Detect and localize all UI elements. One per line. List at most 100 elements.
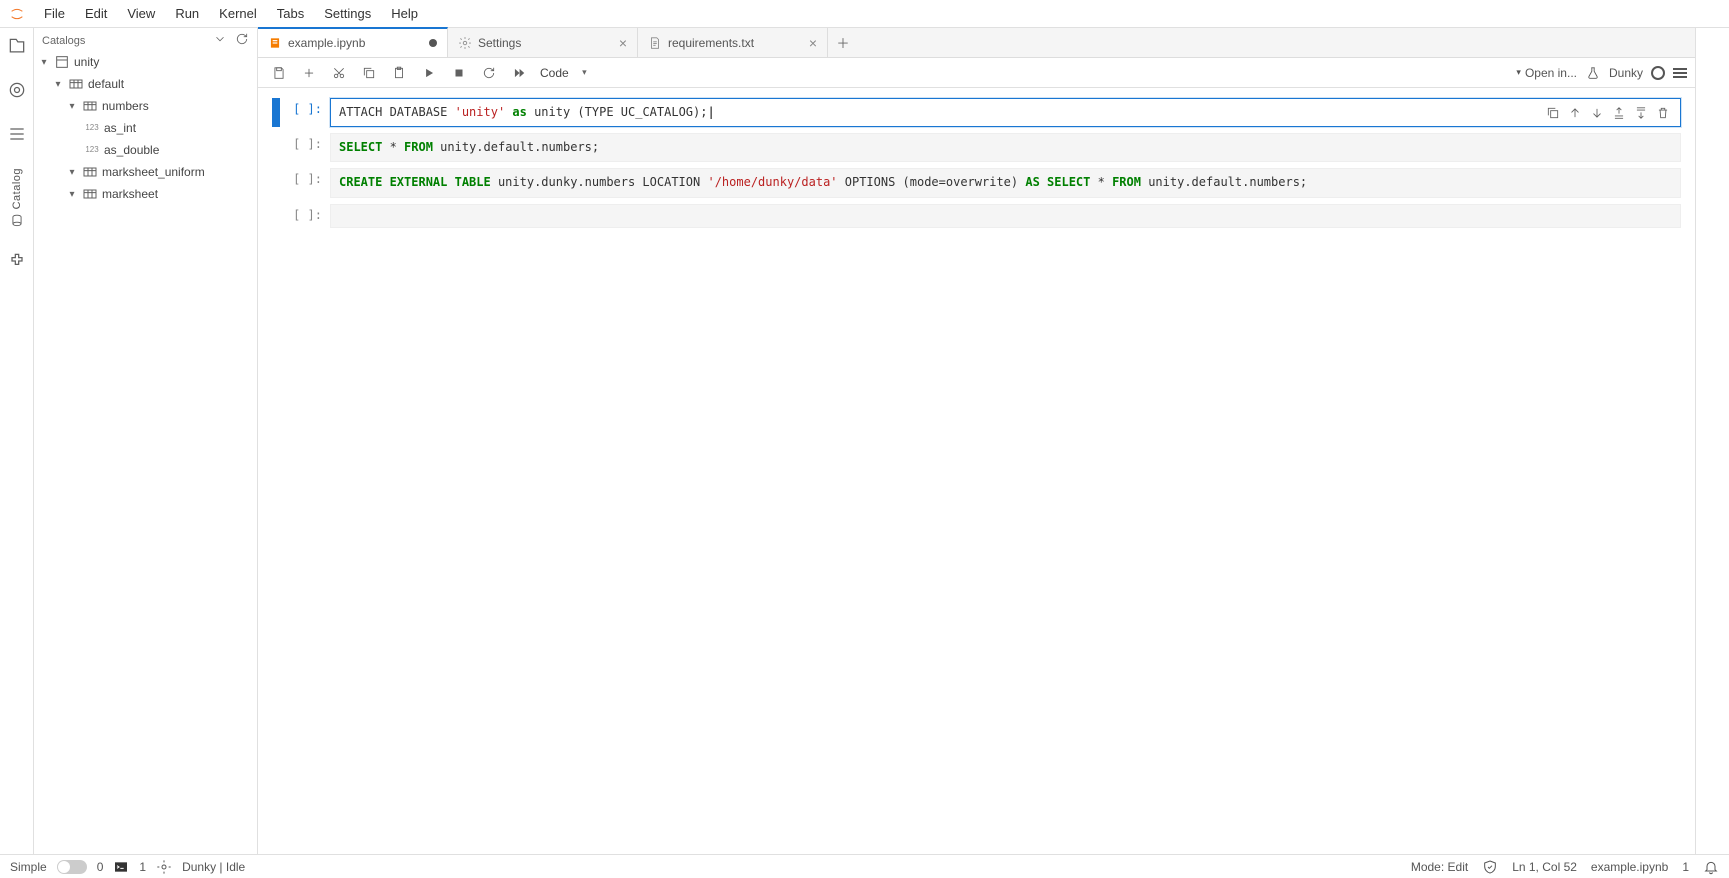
tab-label: example.ipynb: [288, 36, 365, 50]
alerts-count[interactable]: 0: [97, 860, 104, 874]
code-cell[interactable]: [ ]:SELECT * FROM unity.default.numbers;: [272, 133, 1681, 162]
kernel-sessions[interactable]: 1: [1682, 860, 1689, 874]
tab-settings[interactable]: Settings ×: [448, 28, 638, 58]
schema-icon: [68, 76, 84, 92]
terminal-count[interactable]: 1: [139, 860, 146, 874]
menu-view[interactable]: View: [117, 2, 165, 25]
tree-label: marksheet_uniform: [102, 165, 249, 179]
filename-status[interactable]: example.ipynb: [1591, 860, 1668, 874]
tree-node-table[interactable]: ▾ marksheet: [38, 183, 253, 205]
menu-file[interactable]: File: [34, 2, 75, 25]
tree-node-table[interactable]: ▾ marksheet_uniform: [38, 161, 253, 183]
add-tab-button[interactable]: ＋: [828, 33, 858, 52]
cell-gutter: [272, 98, 280, 127]
insert-below-icon[interactable]: [1631, 103, 1651, 123]
tree-label: as_int: [104, 121, 249, 135]
tab-notebook[interactable]: example.ipynb: [258, 27, 448, 57]
notebook-icon: [268, 36, 282, 50]
activity-bar-left: Catalog: [0, 28, 34, 854]
cell-prompt: [ ]:: [280, 98, 330, 127]
cell-editor[interactable]: ATTACH DATABASE 'unity' as unity (TYPE U…: [330, 98, 1681, 127]
cell-editor[interactable]: [330, 204, 1681, 228]
notebook-toolbar: Code ▾ Open in... Dunky: [258, 58, 1695, 88]
move-up-icon[interactable]: [1565, 103, 1585, 123]
interrupt-button[interactable]: [446, 61, 472, 85]
code-cell[interactable]: [ ]:: [272, 204, 1681, 228]
cell-toolbar: [1541, 101, 1675, 125]
kernel-name[interactable]: Dunky: [1609, 66, 1643, 80]
code-cell[interactable]: [ ]:ATTACH DATABASE 'unity' as unity (TY…: [272, 98, 1681, 127]
simple-label: Simple: [10, 860, 47, 874]
delete-icon[interactable]: [1653, 103, 1673, 123]
copy-button[interactable]: [356, 61, 382, 85]
catalog-tab[interactable]: Catalog: [7, 168, 27, 227]
run-button[interactable]: [416, 61, 442, 85]
menu-run[interactable]: Run: [165, 2, 209, 25]
tree-label: numbers: [102, 99, 249, 113]
tab-text[interactable]: requirements.txt ×: [638, 28, 828, 58]
insert-above-icon[interactable]: [1609, 103, 1629, 123]
close-icon[interactable]: ×: [619, 35, 627, 51]
cell-gutter: [272, 204, 280, 228]
open-in-button[interactable]: ▾ Open in...: [1516, 66, 1577, 80]
tree-node-table[interactable]: ▾ numbers: [38, 95, 253, 117]
tab-label: requirements.txt: [668, 36, 754, 50]
trusted-icon[interactable]: [1482, 859, 1498, 875]
cell-type-select[interactable]: Code: [536, 64, 591, 82]
chevron-down-icon: ▾: [38, 57, 50, 68]
open-in-label: Open in...: [1525, 66, 1577, 80]
menu-tabs[interactable]: Tabs: [267, 2, 314, 25]
refresh-icon[interactable]: [235, 32, 249, 49]
cut-button[interactable]: [326, 61, 352, 85]
jupyter-icon: [9, 6, 25, 22]
menu-settings[interactable]: Settings: [314, 2, 381, 25]
mode-indicator[interactable]: Mode: Edit: [1411, 860, 1468, 874]
restart-button[interactable]: [476, 61, 502, 85]
terminal-icon[interactable]: [113, 859, 129, 875]
insert-cell-button[interactable]: [296, 61, 322, 85]
cell-editor[interactable]: CREATE EXTERNAL TABLE unity.dunky.number…: [330, 168, 1681, 197]
kernel-status-text[interactable]: Dunky | Idle: [182, 860, 245, 874]
tree-label: as_double: [104, 143, 249, 157]
table-icon: [82, 98, 98, 114]
bell-icon[interactable]: [1703, 859, 1719, 875]
code-cell[interactable]: [ ]:CREATE EXTERNAL TABLE unity.dunky.nu…: [272, 168, 1681, 197]
chevron-right-icon: ▾: [66, 189, 78, 200]
datatype-double-icon: 123: [84, 142, 100, 158]
cell-prompt: [ ]:: [280, 168, 330, 197]
tree-label: default: [88, 77, 249, 91]
cell-prompt: [ ]:: [280, 133, 330, 162]
panel-menu-button[interactable]: [1673, 68, 1687, 78]
paste-button[interactable]: [386, 61, 412, 85]
running-icon[interactable]: [7, 80, 27, 100]
tree-node-column[interactable]: 123 as_int: [38, 117, 253, 139]
cell-gutter: [272, 133, 280, 162]
move-down-icon[interactable]: [1587, 103, 1607, 123]
menu-help[interactable]: Help: [381, 2, 428, 25]
chevron-down-icon: ▾: [52, 79, 64, 90]
collapse-all-icon[interactable]: [213, 32, 227, 49]
sidebar-header: Catalogs: [34, 28, 257, 51]
tree-node-catalog[interactable]: ▾ unity: [38, 51, 253, 73]
cell-editor[interactable]: SELECT * FROM unity.default.numbers;: [330, 133, 1681, 162]
cell-prompt: [ ]:: [280, 204, 330, 228]
simple-toggle[interactable]: [57, 860, 87, 874]
notebook-area[interactable]: [ ]:ATTACH DATABASE 'unity' as unity (TY…: [258, 88, 1695, 854]
tree-node-schema[interactable]: ▾ default: [38, 73, 253, 95]
close-icon[interactable]: ×: [809, 35, 817, 51]
save-button[interactable]: [266, 61, 292, 85]
toc-icon[interactable]: [7, 124, 27, 144]
extensions-icon[interactable]: [7, 251, 27, 271]
menu-kernel[interactable]: Kernel: [209, 2, 267, 25]
main-row: Catalog Catalogs ▾ unity ▾ default: [0, 28, 1729, 854]
run-all-button[interactable]: [506, 61, 532, 85]
lsp-icon[interactable]: [156, 859, 172, 875]
menu-edit[interactable]: Edit: [75, 2, 117, 25]
tab-label: Settings: [478, 36, 521, 50]
cursor-position[interactable]: Ln 1, Col 52: [1512, 860, 1577, 874]
activity-bar-right: [1695, 28, 1729, 854]
duplicate-icon[interactable]: [1543, 103, 1563, 123]
tree-node-column[interactable]: 123 as_double: [38, 139, 253, 161]
files-icon[interactable]: [7, 36, 27, 56]
beaker-icon[interactable]: [1585, 65, 1601, 81]
